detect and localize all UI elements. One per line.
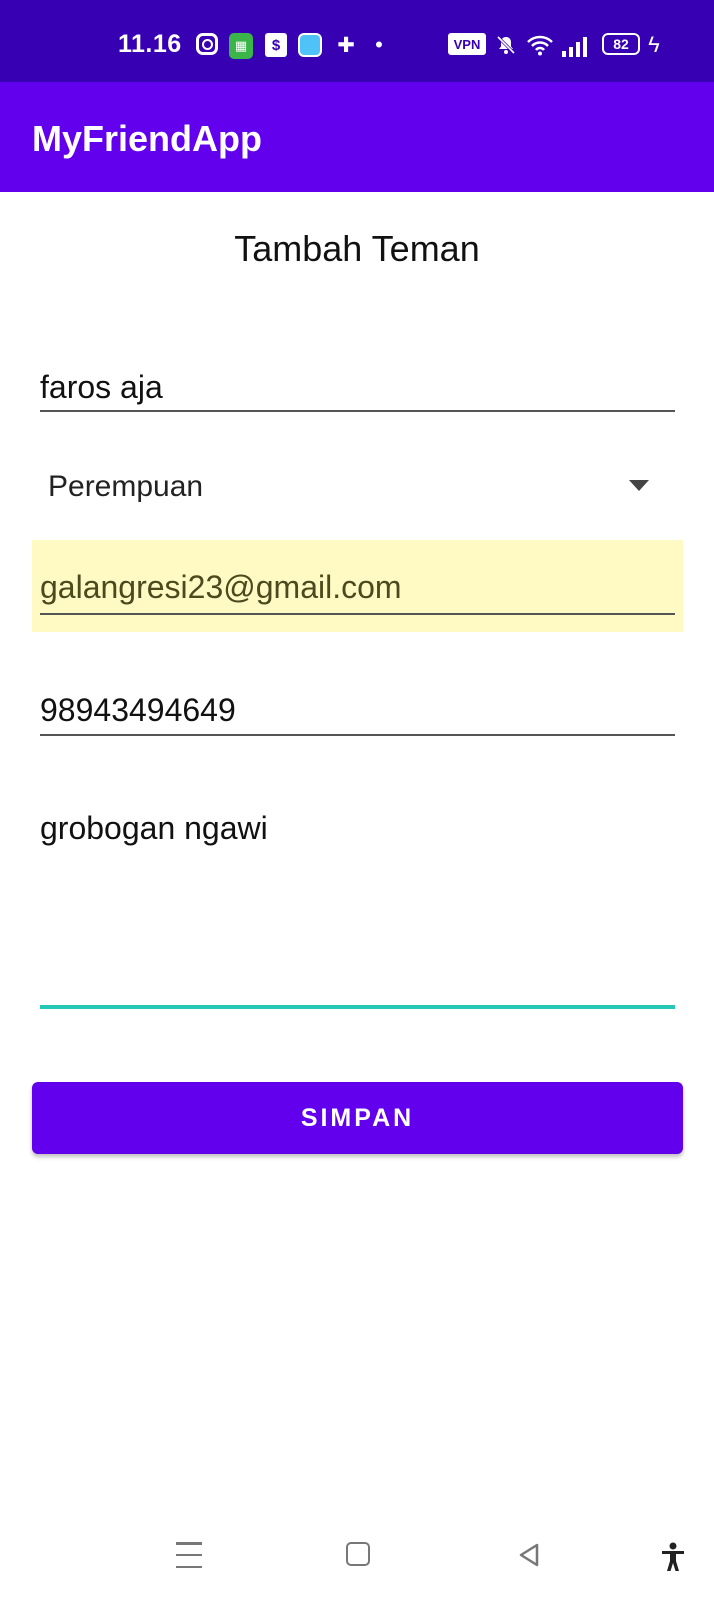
gamepad-icon: ✚	[337, 33, 355, 57]
green-app-icon: ▦	[229, 33, 253, 59]
phone-input[interactable]	[40, 688, 675, 732]
accessibility-icon[interactable]	[660, 1542, 686, 1572]
blue-app-icon	[298, 33, 322, 57]
name-input[interactable]	[40, 365, 675, 409]
back-icon[interactable]	[516, 1542, 542, 1568]
save-button[interactable]: SIMPAN	[32, 1082, 683, 1154]
chevron-down-icon	[629, 480, 649, 491]
shopping-bag-icon: $	[265, 33, 287, 57]
page-title: Tambah Teman	[234, 228, 480, 269]
email-input[interactable]	[40, 565, 675, 609]
status-time: 11.16	[118, 30, 182, 58]
home-icon[interactable]	[346, 1542, 370, 1566]
app-title: MyFriendApp	[32, 118, 262, 159]
gender-dropdown[interactable]: Perempuan	[40, 460, 675, 512]
bell-off-icon	[495, 33, 517, 57]
status-bar: 11.16 ▦ $ ✚ • VPN 82 ϟ	[0, 0, 714, 82]
charging-bolt-icon: ϟ	[648, 32, 660, 57]
app-bar: MyFriendApp	[0, 82, 714, 192]
navigation-bar	[0, 1520, 714, 1599]
address-input-underline	[40, 1005, 675, 1009]
menu-icon[interactable]	[176, 1542, 202, 1568]
signal-icon	[561, 33, 587, 57]
wifi-icon	[526, 33, 554, 57]
dot-icon: •	[375, 32, 383, 57]
phone-input-underline	[40, 734, 675, 736]
battery-icon: 82	[602, 33, 640, 55]
gender-selected-value: Perempuan	[48, 470, 204, 503]
address-input[interactable]: grobogan ngawi	[40, 808, 675, 998]
name-input-underline	[40, 410, 675, 412]
instagram-icon	[196, 33, 218, 55]
vpn-icon: VPN	[448, 33, 486, 55]
email-input-underline	[40, 613, 675, 615]
